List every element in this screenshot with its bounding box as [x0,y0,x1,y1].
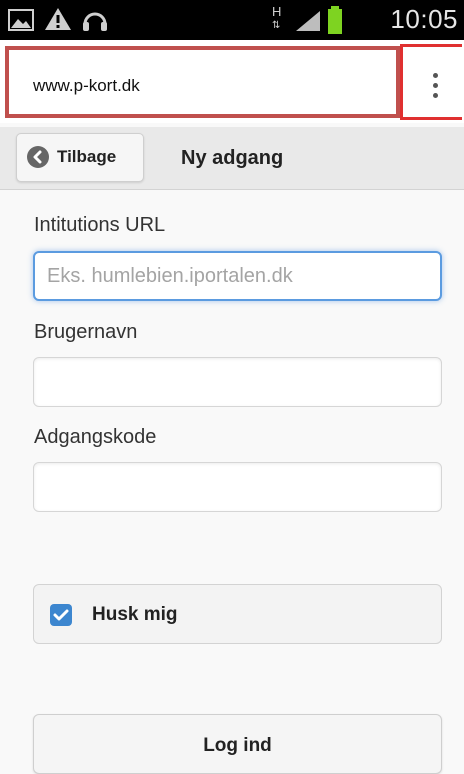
url-text: www.p-kort.dk [33,76,140,95]
back-button-label: Tilbage [57,147,117,166]
checkbox-checked-icon[interactable] [50,604,72,626]
page-header: Tilbage Ny adgang [0,127,464,190]
address-bar[interactable]: www.p-kort.dk [5,46,400,118]
status-bar: H ⇅ 10:05 [0,0,464,40]
warning-icon [45,8,71,30]
password-label: Adgangskode [34,426,157,448]
page-title: Ny adgang [181,147,284,169]
browser-menu-button[interactable] [400,44,462,120]
battery-icon [328,6,342,34]
chevron-left-icon [27,146,49,168]
headphones-icon [83,12,107,31]
signal-icon [296,11,320,31]
login-button[interactable]: Log ind [33,714,442,774]
network-type-icon: H ⇅ [272,4,282,31]
login-button-label: Log ind [203,735,272,756]
clock: 10:05 [390,4,458,34]
institution-url-input[interactable] [33,251,442,301]
institution-url-label: Intitutions URL [34,214,166,236]
username-input[interactable] [33,357,442,407]
back-button[interactable]: Tilbage [16,133,144,182]
remember-me-label: Husk mig [92,604,178,625]
overflow-menu-icon [433,73,438,99]
browser-toolbar: www.p-kort.dk [0,40,464,123]
password-input[interactable] [33,462,442,512]
gallery-icon [8,9,34,31]
remember-me-toggle[interactable]: Husk mig [33,584,442,644]
username-label: Brugernavn [34,321,138,343]
